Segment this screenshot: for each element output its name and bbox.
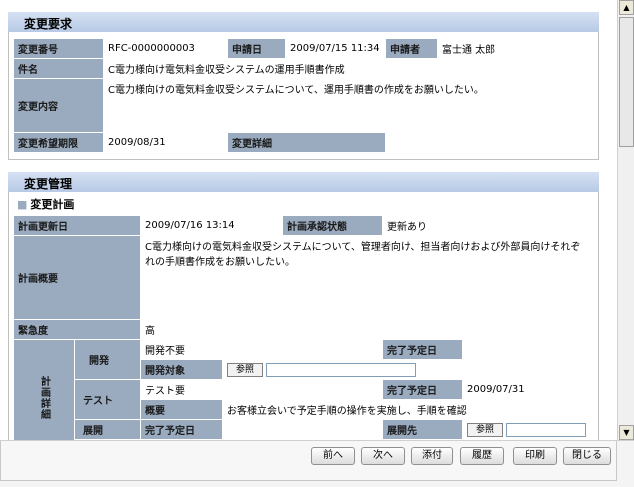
change-request-box: 変更番号 RFC-0000000003 申請日 2009/07/15 11:34… [8, 32, 599, 160]
date-label: 申請日 [227, 38, 286, 59]
prev-button[interactable]: 前へ [311, 447, 355, 465]
subject-label: 件名 [13, 58, 104, 79]
plan-subtitle: ■ 変更計画 [13, 192, 594, 215]
dev-target-input[interactable] [266, 362, 417, 377]
dev-label: 開発 [74, 339, 141, 380]
plan-subtitle-text: 変更計画 [30, 198, 75, 211]
plan-updated-label: 計画更新日 [13, 215, 141, 236]
dev-target-label: 開発対象 [140, 359, 223, 380]
bottom-panel: 前へ 次へ 添付 履歴 印刷 閉じる [0, 441, 617, 481]
test-value: テスト要 [140, 379, 383, 400]
overview-value: C電力様向けの電気料金収受システムについて、管理者向け、担当者向けおよび外部員向… [140, 235, 594, 320]
number-label: 変更番号 [13, 38, 104, 59]
urgency-value: 高 [140, 319, 594, 340]
date-value: 2009/07/15 11:34 [285, 38, 386, 59]
deploy-target-label: 展開先 [382, 419, 463, 440]
detail-group-label: 計画詳細 [13, 339, 75, 440]
main-content: 変更要求 変更番号 RFC-0000000003 申請日 2009/07/15 … [0, 0, 617, 440]
applicant-value: 富士通 太郎 [437, 38, 594, 59]
detail-value [385, 132, 594, 153]
next-button[interactable]: 次へ [361, 447, 405, 465]
print-button[interactable]: 印刷 [513, 447, 557, 465]
change-management-header: 変更管理 [8, 172, 599, 192]
deploy-due-label: 完了予定日 [140, 419, 223, 440]
dev-value: 開発不要 [140, 339, 383, 360]
change-request-title: 変更要求 [24, 17, 73, 31]
close-button[interactable]: 閉じる [563, 447, 611, 465]
deadline-label: 変更希望期限 [13, 132, 104, 153]
subject-value: C電力様向け電気料金収受システムの運用手順書作成 [103, 58, 594, 79]
change-plan-table: 計画更新日 2009/07/16 13:14 計画承認状態 更新あり 計画概要 … [13, 215, 594, 440]
change-management-box: ■ 変更計画 計画更新日 2009/07/16 13:14 計画承認状態 更新あり… [8, 192, 599, 440]
change-request-table: 変更番号 RFC-0000000003 申請日 2009/07/15 11:34… [13, 38, 594, 153]
attach-button[interactable]: 添付 [411, 447, 453, 465]
vertical-scrollbar[interactable]: ▲ ▼ [617, 0, 634, 440]
deploy-label: 展開 [74, 419, 141, 440]
test-summary-value: お客様立会いで予定手順の操作を実施し、手順を確認 [222, 399, 594, 420]
deploy-target-cell: 参照 [462, 419, 594, 440]
detail-label: 変更詳細 [227, 132, 386, 153]
applicant-label: 申請者 [385, 38, 438, 59]
deploy-ref-button[interactable]: 参照 [467, 422, 504, 437]
overview-label: 計画概要 [13, 235, 141, 320]
history-button[interactable]: 履歴 [460, 447, 504, 465]
content-value: C電力様向けの電気料金収受システムについて、運用手順書の作成をお願いしたい。 [103, 78, 594, 133]
test-due-value: 2009/07/31 [462, 379, 594, 400]
deploy-target-input[interactable] [506, 422, 587, 437]
scroll-down-icon[interactable]: ▼ [619, 425, 634, 440]
test-label: テスト [74, 379, 141, 420]
scroll-thumb[interactable] [619, 17, 634, 147]
dev-due-value [462, 339, 594, 360]
dev-due-label: 完了予定日 [382, 339, 463, 360]
test-summary-label: 概要 [140, 399, 223, 420]
deadline-value: 2009/08/31 [103, 132, 228, 153]
deploy-due-value [222, 419, 383, 440]
approval-status-label: 計画承認状態 [282, 215, 383, 236]
change-request-header: 変更要求 [8, 12, 599, 32]
dev-ref-button[interactable]: 参照 [227, 362, 264, 377]
bullet-icon: ■ [17, 198, 28, 211]
plan-updated-value: 2009/07/16 13:14 [140, 215, 283, 236]
bottom-toolbar: 前へ 次へ 添付 履歴 印刷 閉じる [0, 440, 634, 487]
content-label: 変更内容 [13, 78, 104, 133]
urgency-label: 緊急度 [13, 319, 141, 340]
change-management-title: 変更管理 [24, 177, 73, 191]
number-value: RFC-0000000003 [103, 38, 228, 59]
scroll-up-icon[interactable]: ▲ [619, 0, 634, 15]
approval-status-value: 更新あり [382, 215, 594, 236]
test-due-label: 完了予定日 [382, 379, 463, 400]
dev-target-cell: 参照 [222, 359, 594, 380]
